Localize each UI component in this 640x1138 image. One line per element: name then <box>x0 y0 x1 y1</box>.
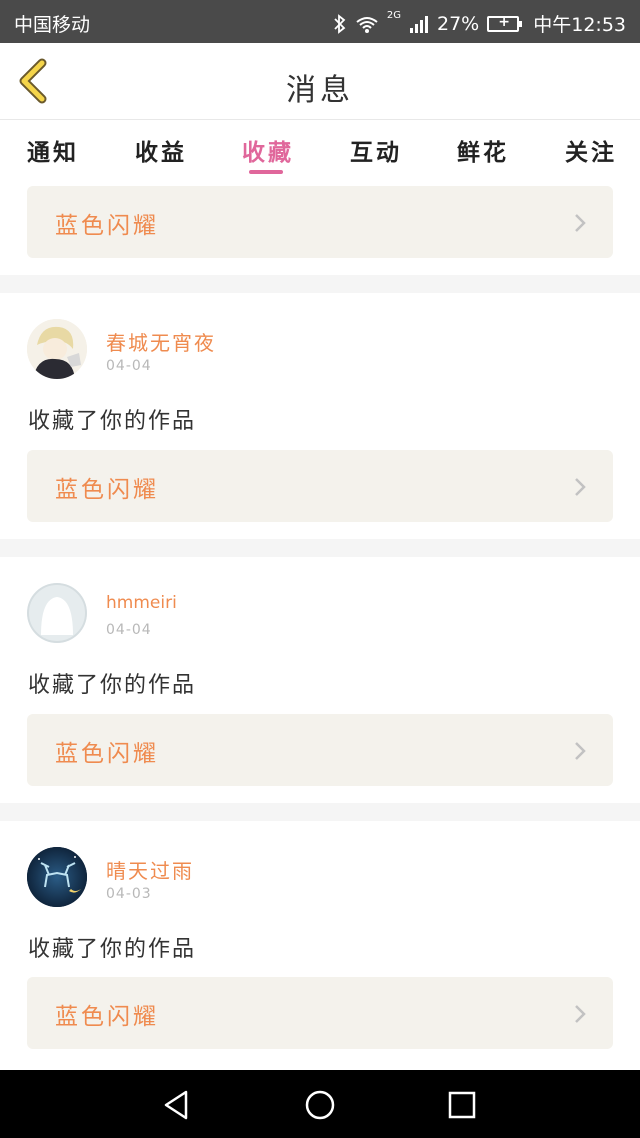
work-card[interactable]: 蓝色闪耀 <box>27 450 613 522</box>
action-text: 收藏了你的作品 <box>28 673 197 698</box>
tab-flowers[interactable]: 鲜花 <box>457 133 509 167</box>
page-title: 消息 <box>286 73 354 108</box>
app-bar: 消息 <box>0 43 640 120</box>
work-title: 蓝色闪耀 <box>55 213 159 239</box>
chevron-right-icon <box>575 1005 586 1023</box>
section-divider <box>0 275 640 293</box>
default-user-avatar <box>27 583 87 643</box>
chevron-right-icon <box>575 478 586 496</box>
tab-favorites[interactable]: 收藏 <box>242 133 294 167</box>
carrier-name: 中国移动 <box>14 14 91 36</box>
work-card[interactable]: 蓝色闪耀 <box>27 714 613 786</box>
avatar[interactable] <box>27 847 87 907</box>
work-title: 蓝色闪耀 <box>55 741 159 767</box>
chevron-right-icon <box>575 742 586 760</box>
deer-night-avatar <box>27 847 87 907</box>
anime-boy-avatar <box>27 319 87 379</box>
tab-bar: 通知 收益 收藏 互动 鲜花 关注 <box>0 121 640 179</box>
tab-earnings[interactable]: 收益 <box>135 133 187 167</box>
work-title: 蓝色闪耀 <box>55 1004 159 1030</box>
status-bar: 中国移动 2G 27% + 中午12:53 <box>0 0 640 43</box>
status-icons: 2G 27% + 中午12:53 <box>333 10 626 37</box>
action-text: 收藏了你的作品 <box>28 409 197 434</box>
section-divider <box>0 539 640 557</box>
date: 04-04 <box>106 622 152 638</box>
avatar[interactable] <box>27 319 87 379</box>
back-triangle-icon[interactable] <box>160 1088 194 1122</box>
username[interactable]: 晴天过雨 <box>106 855 194 884</box>
tab-interactions[interactable]: 互动 <box>350 133 402 167</box>
recents-square-icon[interactable] <box>445 1088 479 1122</box>
wifi-icon <box>356 16 378 33</box>
message-list: 蓝色闪耀 春城无宵夜 04-04 收藏了你的作品 蓝色闪耀 hmmeiri 04… <box>0 179 640 1070</box>
work-card[interactable]: 蓝色闪耀 <box>27 977 613 1049</box>
work-card[interactable]: 蓝色闪耀 <box>27 186 613 258</box>
active-tab-indicator <box>249 170 283 174</box>
tab-notifications[interactable]: 通知 <box>27 133 79 167</box>
network-type: 2G <box>386 10 401 21</box>
date: 04-03 <box>106 886 152 902</box>
avatar[interactable] <box>27 583 87 643</box>
clock: 中午12:53 <box>533 14 626 36</box>
username[interactable]: hmmeiri <box>106 593 177 613</box>
tab-following[interactable]: 关注 <box>565 133 617 167</box>
chevron-right-icon <box>575 214 586 232</box>
section-divider <box>0 803 640 821</box>
battery-percent: 27% <box>437 12 480 35</box>
username[interactable]: 春城无宵夜 <box>106 327 216 356</box>
home-circle-icon[interactable] <box>303 1088 337 1122</box>
signal-icon <box>410 15 428 33</box>
battery-icon: + <box>487 14 523 32</box>
action-text: 收藏了你的作品 <box>28 937 197 962</box>
bluetooth-icon <box>334 13 346 34</box>
system-nav-bar <box>0 1070 640 1138</box>
work-title: 蓝色闪耀 <box>55 477 159 503</box>
date: 04-04 <box>106 358 152 374</box>
